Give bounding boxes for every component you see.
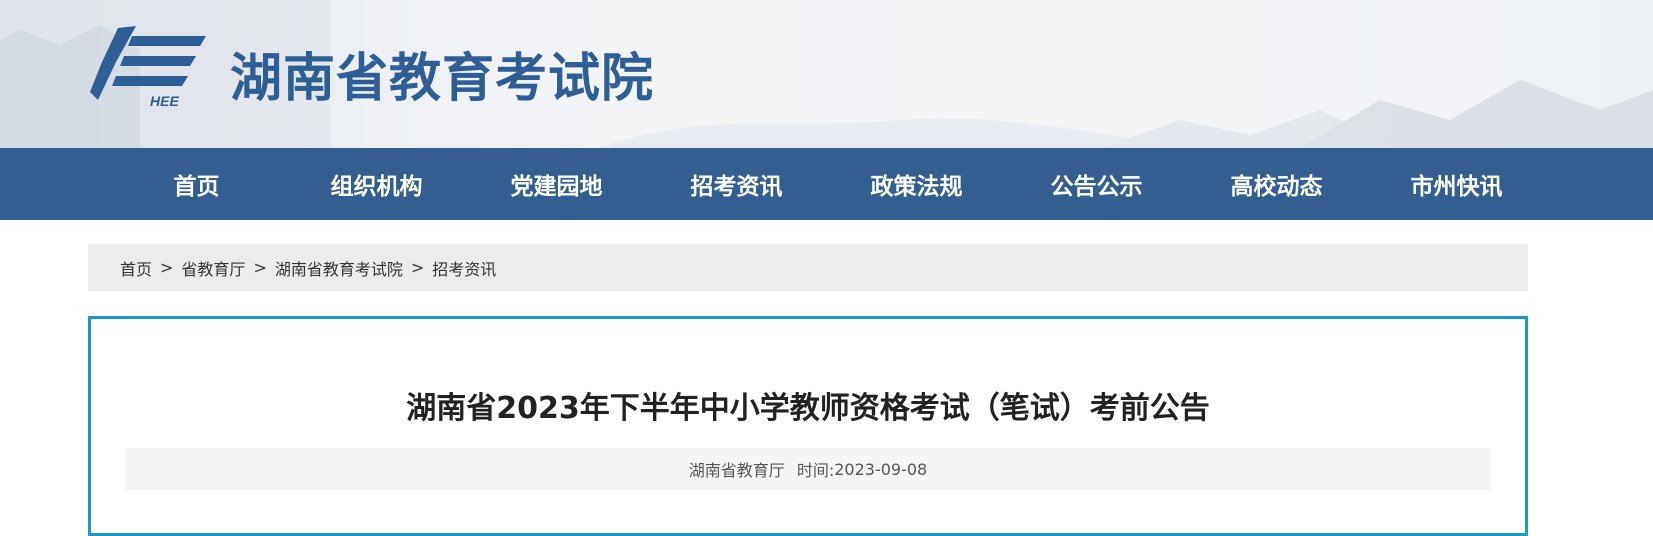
nav-item-home[interactable]: 首页 — [107, 167, 287, 201]
breadcrumb-admissions-news[interactable]: 招考资讯 — [432, 256, 496, 280]
article-title: 湖南省2023年下半年中小学教师资格考试（笔试）考前公告 — [406, 391, 1210, 426]
nav-item-announcements[interactable]: 公告公示 — [1007, 167, 1187, 201]
nav-item-university-news[interactable]: 高校动态 — [1187, 167, 1367, 201]
site-header: HEE 湖南省教育考试院 — [0, 0, 1653, 148]
breadcrumb-education-dept[interactable]: 省教育厅 — [181, 256, 245, 280]
nav-item-admissions-news[interactable]: 招考资讯 — [647, 167, 827, 201]
article-container: 湖南省2023年下半年中小学教师资格考试（笔试）考前公告 湖南省教育厅 时间: … — [88, 316, 1528, 536]
article-meta: 湖南省教育厅 时间: 2023-09-08 — [125, 448, 1491, 490]
article-time-label: 时间: — [796, 461, 835, 480]
nav-item-organization[interactable]: 组织机构 — [287, 167, 467, 201]
breadcrumb-home[interactable]: 首页 — [120, 256, 152, 280]
nav-item-policies[interactable]: 政策法规 — [827, 167, 1007, 201]
breadcrumb-exam-institute[interactable]: 湖南省教育考试院 — [275, 256, 403, 280]
breadcrumb-separator: > — [410, 258, 425, 277]
main-nav: 首页 组织机构 党建园地 招考资讯 政策法规 公告公示 高校动态 市州快讯 — [0, 148, 1653, 220]
article-source: 湖南省教育厅 — [688, 461, 785, 480]
site-title: 湖南省教育考试院 — [230, 49, 655, 109]
article-time-value: 2023-09-08 — [834, 459, 928, 479]
breadcrumb: 首页 > 省教育厅 > 湖南省教育考试院 > 招考资讯 — [88, 244, 1528, 291]
breadcrumb-separator: > — [160, 258, 174, 277]
logo-text: HEE — [150, 93, 179, 109]
breadcrumb-separator: > — [253, 258, 267, 277]
nav-item-city-news[interactable]: 市州快讯 — [1367, 167, 1547, 201]
nav-item-party-building[interactable]: 党建园地 — [467, 167, 647, 201]
hee-logo-icon: HEE — [90, 26, 206, 109]
